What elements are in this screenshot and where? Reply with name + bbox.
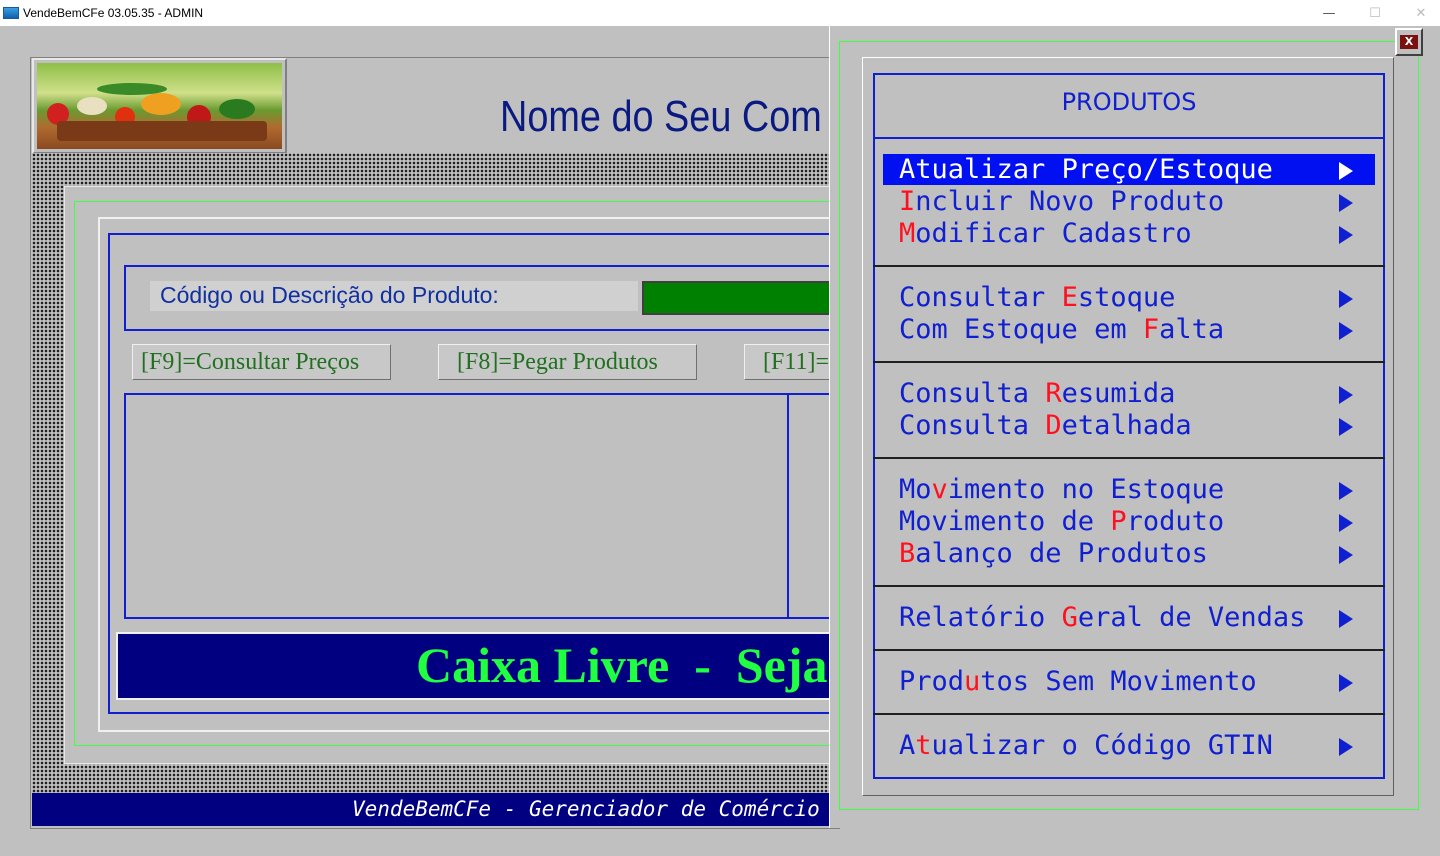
menu-item-hotkey: M: [899, 218, 916, 249]
menu-item-atualizar-codigo-gtin[interactable]: Atualizar o Código GTIN: [883, 730, 1375, 761]
menu-item-balanco-de-produtos[interactable]: Balanço de Produtos: [883, 538, 1375, 569]
submenu-arrow-icon: [1339, 290, 1353, 308]
menu-item-relatorio-geral-de-vendas[interactable]: Relatório Geral de Vendas: [883, 602, 1375, 633]
menu-item-hotkey: F: [1142, 314, 1160, 345]
product-search-input[interactable]: [642, 281, 832, 315]
menu-item-text: eral de Vendas: [1077, 602, 1306, 633]
submenu-arrow-icon: [1339, 514, 1353, 532]
menu-separator: [873, 265, 1385, 267]
status-text: Caixa Livre - Seja B: [416, 637, 834, 693]
submenu-arrow-icon: [1339, 674, 1353, 692]
menu-item-text: Consulta: [899, 410, 1046, 441]
submenu-arrow-icon: [1339, 386, 1353, 404]
menu-item-text: esumida: [1061, 378, 1176, 409]
menu-item-text: roduto: [1126, 506, 1225, 537]
minimize-button[interactable]: —: [1306, 0, 1352, 26]
menu-item-text: A: [899, 730, 916, 761]
menu-item-text: alta: [1159, 314, 1225, 345]
menu-item-text: odificar Cadastro: [915, 218, 1192, 249]
menu-item-text: Relatório: [899, 602, 1062, 633]
logo-box: [32, 58, 287, 154]
menu-item-text: ncluir Novo Produto: [915, 186, 1225, 217]
menu-item-hotkey: G: [1061, 602, 1078, 633]
menu-item-movimento-de-produto[interactable]: Movimento de Produto: [883, 506, 1375, 537]
submenu-arrow-icon: [1339, 322, 1353, 340]
menu-item-consultar-estoque[interactable]: Consultar Estoque: [883, 282, 1375, 313]
f9-consult-prices-button[interactable]: [F9]=Consultar Preços: [132, 344, 391, 380]
menu-item-text: Prod: [899, 666, 965, 697]
footer-text: VendeBemCFe - Gerenciador de Comércio: [352, 797, 820, 821]
f8-get-products-button[interactable]: [F8]=Pegar Produtos: [438, 344, 697, 380]
menu-item-hotkey: E: [1061, 282, 1078, 313]
popup-close-button[interactable]: X: [1395, 28, 1423, 56]
status-bar: Caixa Livre - Seja B: [116, 632, 834, 700]
menu-item-text: Movimento de: [899, 506, 1111, 537]
menu-item-text: alanço de Produtos: [915, 538, 1208, 569]
menu-item-hotkey: D: [1045, 410, 1062, 441]
close-window-button[interactable]: ✕: [1398, 0, 1440, 26]
menu-item-text: Mo: [899, 474, 932, 505]
window-title: VendeBemCFe 03.05.35 - ADMIN: [23, 6, 204, 20]
menu-title-separator: [873, 137, 1385, 139]
menu-separator: [873, 361, 1385, 363]
menu-item-consulta-resumida[interactable]: Consulta Resumida: [883, 378, 1375, 409]
menu-item-hotkey: R: [1045, 378, 1062, 409]
submenu-arrow-icon: [1339, 482, 1353, 500]
search-label: Código ou Descrição do Produto:: [160, 282, 499, 308]
menu-item-text: tualizar Preço/Estoque: [915, 154, 1273, 185]
app-icon: [3, 7, 19, 19]
menu-item-hotkey: P: [1110, 506, 1127, 537]
menu-item-text: Consulta: [899, 378, 1046, 409]
menu-item-com-estoque-em-falta[interactable]: Com Estoque em Falta: [883, 314, 1375, 345]
menu-item-hotkey: v: [931, 474, 948, 505]
menu-item-text: ualizar o Código GTIN: [931, 730, 1273, 761]
menu-item-hotkey: B: [899, 538, 916, 569]
menu-separator: [873, 457, 1385, 459]
submenu-arrow-icon: [1339, 610, 1353, 628]
submenu-arrow-icon: [1339, 418, 1353, 436]
menu-separator: [873, 713, 1385, 715]
menu-item-text: imento no Estoque: [947, 474, 1225, 505]
menu-item-modificar-cadastro[interactable]: Modificar Cadastro: [883, 218, 1375, 249]
submenu-arrow-icon: [1339, 546, 1353, 564]
menu-item-text: tos Sem Movimento: [980, 666, 1257, 697]
menu-item-hotkey: A: [899, 154, 916, 185]
menu-item-text: Consultar: [899, 282, 1062, 313]
footer-bar: VendeBemCFe - Gerenciador de Comércio: [32, 793, 832, 826]
submenu-arrow-icon: [1339, 226, 1353, 244]
menu-item-text: etalhada: [1061, 410, 1192, 441]
menu-item-hotkey: t: [915, 730, 932, 761]
submenu-arrow-icon: [1339, 194, 1353, 212]
menu-separator: [873, 585, 1385, 587]
menu-item-incluir-novo-produto[interactable]: Incluir Novo Produto: [883, 186, 1375, 217]
menu-item-hotkey: I: [899, 186, 916, 217]
menu-item-text: stoque: [1077, 282, 1176, 313]
submenu-arrow-icon: [1339, 738, 1353, 756]
menu-separator: [873, 649, 1385, 651]
list-divider: [787, 393, 789, 619]
window-titlebar: VendeBemCFe 03.05.35 - ADMIN: [0, 0, 1440, 26]
items-list[interactable]: [124, 393, 834, 619]
company-name: Nome do Seu Com: [500, 92, 822, 141]
close-icon: X: [1400, 35, 1418, 49]
vegetables-logo-image: [37, 63, 282, 149]
menu-title: PRODUTOS: [1061, 88, 1197, 116]
menu-item-hotkey: u: [964, 666, 981, 697]
menu-item-movimento-no-estoque[interactable]: Movimento no Estoque: [883, 474, 1375, 505]
f11-button[interactable]: [F11]=: [744, 344, 834, 380]
menu-item-produtos-sem-movimento[interactable]: Produtos Sem Movimento: [883, 666, 1375, 697]
maximize-button[interactable]: ☐: [1352, 0, 1398, 26]
menu-item-text: Com Estoque em: [899, 314, 1143, 345]
menu-item-consulta-detalhada[interactable]: Consulta Detalhada: [883, 410, 1375, 441]
menu-item-atualizar-preco-estoque[interactable]: Atualizar Preço/Estoque: [883, 154, 1375, 185]
submenu-arrow-icon: [1339, 162, 1353, 180]
